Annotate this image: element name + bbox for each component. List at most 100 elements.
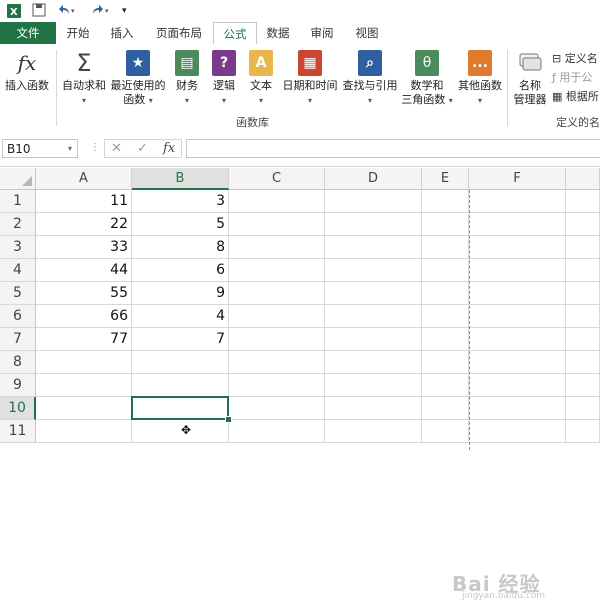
cell-c9[interactable] — [229, 374, 325, 397]
selected-cell-b10[interactable] — [131, 396, 229, 420]
define-name-button[interactable]: ⊟ 定义名 — [552, 50, 598, 66]
cell-d6[interactable] — [325, 305, 422, 328]
cell-c10[interactable] — [229, 397, 325, 420]
cell-f3[interactable] — [469, 236, 566, 259]
cell-e11[interactable] — [422, 420, 469, 443]
cell-g6[interactable] — [566, 305, 600, 328]
cell-e2[interactable] — [422, 213, 469, 236]
cell-d1[interactable] — [325, 190, 422, 213]
cell-e6[interactable] — [422, 305, 469, 328]
row-header-7[interactable]: 7 — [0, 328, 36, 351]
redo-icon[interactable]: ▾ — [90, 3, 112, 21]
cell-c8[interactable] — [229, 351, 325, 374]
tab-file[interactable]: 文件 — [0, 22, 56, 44]
cell-g10[interactable] — [566, 397, 600, 420]
cell-a11[interactable] — [36, 420, 132, 443]
cell-b4[interactable]: 6 — [132, 259, 229, 282]
cell-d7[interactable] — [325, 328, 422, 351]
cell-f6[interactable] — [469, 305, 566, 328]
tab-view[interactable]: 视图 — [346, 22, 388, 44]
cell-a1[interactable]: 11 — [36, 190, 132, 213]
formula-input[interactable] — [186, 139, 600, 158]
cell-f8[interactable] — [469, 351, 566, 374]
tab-formulas[interactable]: 公式 — [213, 22, 257, 46]
column-header-d[interactable]: D — [325, 168, 422, 190]
cell-a10[interactable] — [36, 397, 132, 420]
cell-a2[interactable]: 22 — [36, 213, 132, 236]
financial-button[interactable]: ▤ 财务 ▾ — [170, 50, 204, 108]
row-header-9[interactable]: 9 — [0, 374, 36, 397]
cell-a3[interactable]: 33 — [36, 236, 132, 259]
column-header-overflow[interactable] — [566, 168, 600, 190]
cell-b3[interactable]: 8 — [132, 236, 229, 259]
cancel-icon[interactable]: ✕ — [111, 140, 122, 158]
cell-a8[interactable] — [36, 351, 132, 374]
select-all-button[interactable] — [0, 168, 36, 190]
cell-f4[interactable] — [469, 259, 566, 282]
cell-a7[interactable]: 77 — [36, 328, 132, 351]
row-header-1[interactable]: 1 — [0, 190, 36, 213]
cell-b6[interactable]: 4 — [132, 305, 229, 328]
name-box-dropdown-icon[interactable]: ▾ — [68, 139, 72, 158]
column-header-c[interactable]: C — [229, 168, 325, 190]
tab-insert[interactable]: 插入 — [100, 22, 144, 44]
cell-g4[interactable] — [566, 259, 600, 282]
cell-e7[interactable] — [422, 328, 469, 351]
cell-d8[interactable] — [325, 351, 422, 374]
cell-a5[interactable]: 55 — [36, 282, 132, 305]
more-functions-button[interactable]: ... 其他函数 ▾ — [456, 50, 504, 108]
cell-d11[interactable] — [325, 420, 422, 443]
cell-b1[interactable]: 3 — [132, 190, 229, 213]
tab-page-layout[interactable]: 页面布局 — [146, 22, 212, 44]
cell-e4[interactable] — [422, 259, 469, 282]
row-header-6[interactable]: 6 — [0, 305, 36, 328]
cell-c5[interactable] — [229, 282, 325, 305]
cell-d2[interactable] — [325, 213, 422, 236]
text-button[interactable]: A 文本 ▾ — [244, 50, 278, 108]
math-trig-button[interactable]: θ 数学和 三角函数 ▾ — [400, 50, 454, 108]
lookup-button[interactable]: ⌕ 查找与引用 ▾ — [340, 50, 400, 108]
tab-home[interactable]: 开始 — [58, 22, 98, 44]
cell-d9[interactable] — [325, 374, 422, 397]
use-in-formula-button[interactable]: ƒ 用于公 — [552, 69, 592, 85]
row-header-3[interactable]: 3 — [0, 236, 36, 259]
cell-g9[interactable] — [566, 374, 600, 397]
cell-c3[interactable] — [229, 236, 325, 259]
row-header-2[interactable]: 2 — [0, 213, 36, 236]
logical-button[interactable]: ? 逻辑 ▾ — [208, 50, 240, 108]
tab-data[interactable]: 数据 — [258, 22, 298, 44]
cell-d10[interactable] — [325, 397, 422, 420]
cell-e10[interactable] — [422, 397, 469, 420]
cell-f1[interactable] — [469, 190, 566, 213]
cell-g5[interactable] — [566, 282, 600, 305]
name-manager-button[interactable]: 名称 管理器 — [510, 50, 550, 107]
cell-g3[interactable] — [566, 236, 600, 259]
row-header-10[interactable]: 10 — [0, 397, 36, 420]
cell-g1[interactable] — [566, 190, 600, 213]
insert-function-icon[interactable]: fx — [163, 140, 175, 158]
resize-handle-icon[interactable]: ⋮ — [90, 142, 100, 153]
tab-review[interactable]: 审阅 — [300, 22, 344, 44]
cell-b2[interactable]: 5 — [132, 213, 229, 236]
column-header-f[interactable]: F — [469, 168, 566, 190]
cell-f5[interactable] — [469, 282, 566, 305]
cell-c1[interactable] — [229, 190, 325, 213]
row-header-4[interactable]: 4 — [0, 259, 36, 282]
cell-a4[interactable]: 44 — [36, 259, 132, 282]
autosum-button[interactable]: Σ 自动求和 ▾ — [60, 50, 108, 108]
recent-functions-button[interactable]: ★ 最近使用的 函数 ▾ — [108, 50, 168, 108]
enter-icon[interactable]: ✓ — [137, 140, 148, 158]
cell-g8[interactable] — [566, 351, 600, 374]
cell-b8[interactable] — [132, 351, 229, 374]
column-header-b[interactable]: B — [132, 168, 229, 190]
row-header-5[interactable]: 5 — [0, 282, 36, 305]
cell-f11[interactable] — [469, 420, 566, 443]
fill-handle[interactable] — [225, 416, 232, 423]
cell-d3[interactable] — [325, 236, 422, 259]
cell-b7[interactable]: 7 — [132, 328, 229, 351]
cell-a9[interactable] — [36, 374, 132, 397]
cell-c11[interactable] — [229, 420, 325, 443]
cell-g11[interactable] — [566, 420, 600, 443]
row-header-8[interactable]: 8 — [0, 351, 36, 374]
cell-e5[interactable] — [422, 282, 469, 305]
